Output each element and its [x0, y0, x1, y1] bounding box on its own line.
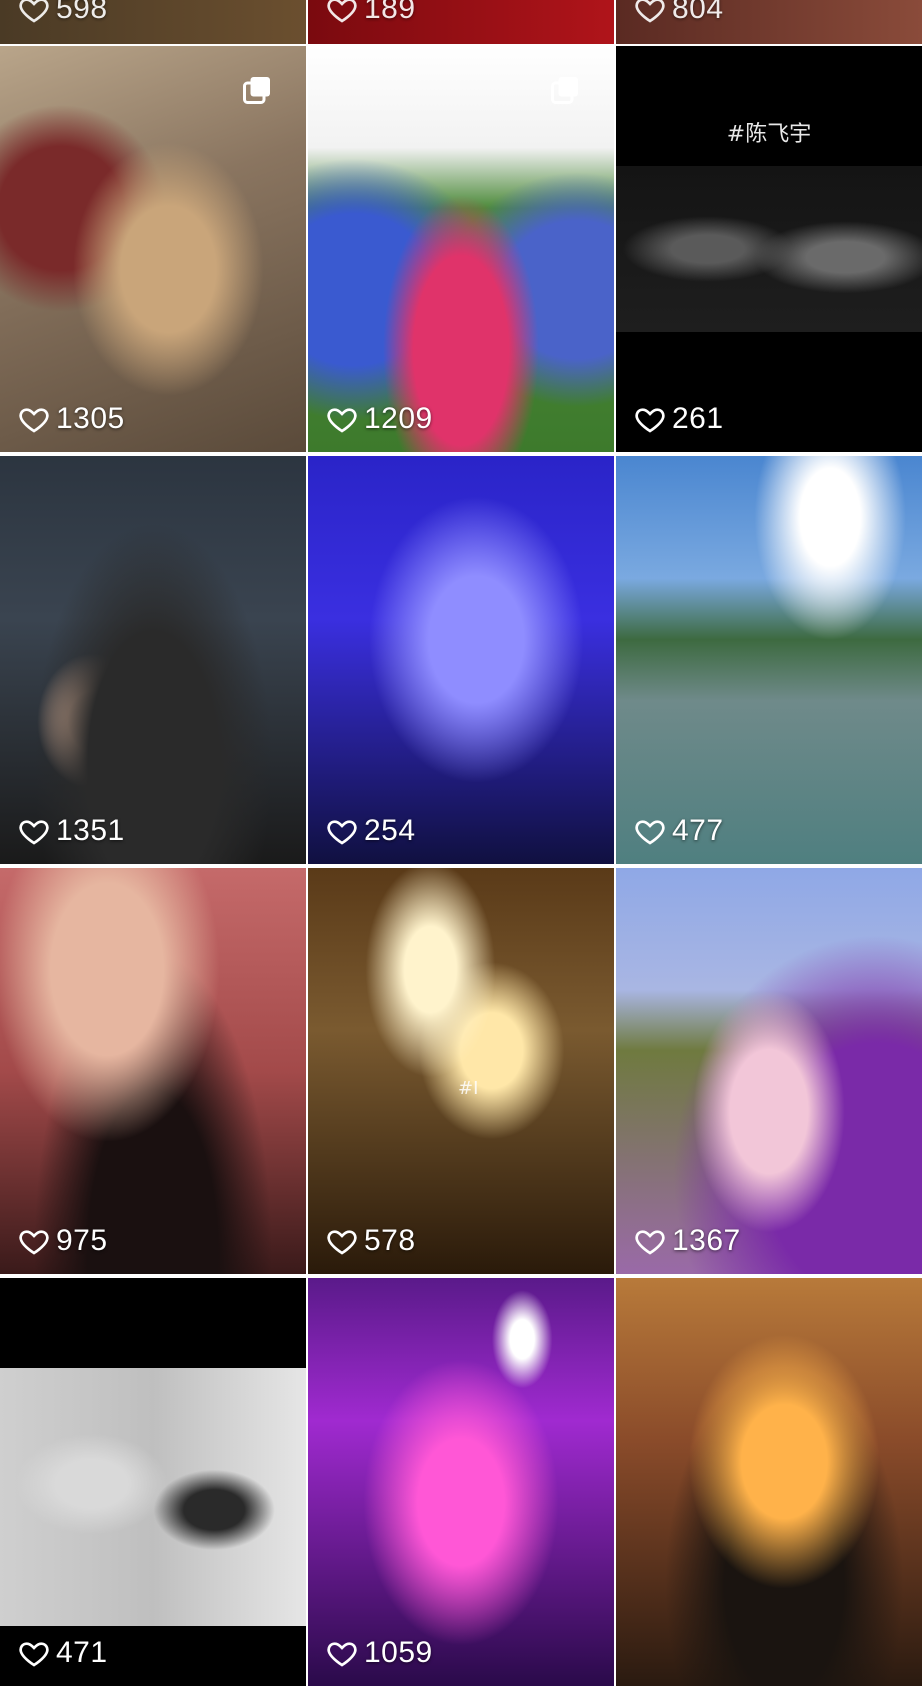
like-count: 1351 — [18, 814, 125, 848]
grid-tile-3[interactable]: #陈飞宇 261 — [616, 46, 922, 452]
like-count: 804 — [634, 0, 724, 26]
grid-tile-4[interactable]: 1351 — [0, 456, 306, 864]
like-count: 1305 — [18, 402, 125, 436]
like-count: 189 — [326, 0, 416, 26]
heart-icon — [19, 820, 49, 845]
like-count: 1367 — [634, 1224, 741, 1258]
heart-icon — [327, 408, 357, 433]
like-count: 975 — [18, 1224, 108, 1258]
like-count: 598 — [18, 0, 108, 26]
heart-icon — [635, 1230, 665, 1255]
like-count: 1209 — [326, 402, 433, 436]
multiple-images-icon — [551, 77, 578, 104]
heart-icon — [327, 820, 357, 845]
tile-image — [308, 868, 614, 1274]
grid-tile-12[interactable] — [616, 1278, 922, 1686]
heart-icon — [19, 408, 49, 433]
heart-icon — [635, 408, 665, 433]
tile-image — [616, 1278, 922, 1686]
tile-image — [0, 1368, 306, 1626]
tile-image — [616, 166, 922, 332]
like-count: 261 — [634, 402, 724, 436]
like-count: 1059 — [326, 1636, 433, 1670]
grid-tile-8[interactable]: #I 578 — [308, 868, 614, 1274]
tile-image — [616, 456, 922, 864]
heart-icon — [327, 1230, 357, 1255]
tile-image — [308, 456, 614, 864]
media-grid: 598 189 804 1305 1209 #陈飞宇 261 1351 254 … — [0, 0, 922, 1686]
heart-icon — [19, 1642, 49, 1667]
grid-tile-9[interactable]: 1367 — [616, 868, 922, 1274]
like-count: 254 — [326, 814, 416, 848]
tile-image — [308, 1278, 614, 1686]
grid-tile-7[interactable]: 975 — [0, 868, 306, 1274]
grid-tile-2[interactable]: 1209 — [308, 46, 614, 452]
heart-icon — [19, 1230, 49, 1255]
tile-image — [616, 868, 922, 1274]
grid-tile-11[interactable]: 1059 — [308, 1278, 614, 1686]
grid-tile-6[interactable]: 477 — [616, 456, 922, 864]
heart-icon — [327, 0, 357, 23]
grid-tile-10[interactable]: 471 — [0, 1278, 306, 1686]
like-count: 471 — [18, 1636, 108, 1670]
grid-tile-5[interactable]: 254 — [308, 456, 614, 864]
grid-tile-partial-2[interactable]: 189 — [308, 0, 614, 44]
grid-tile-partial-3[interactable]: 804 — [616, 0, 922, 44]
grid-tile-partial-1[interactable]: 598 — [0, 0, 306, 44]
tile-image — [0, 868, 306, 1274]
heart-icon — [19, 0, 49, 23]
video-hashtag: #陈飞宇 — [726, 122, 812, 147]
overlay-text: #I — [458, 1078, 479, 1099]
multiple-images-icon — [243, 77, 270, 104]
like-count: 477 — [634, 814, 724, 848]
tile-image — [0, 456, 306, 864]
grid-tile-1[interactable]: 1305 — [0, 46, 306, 452]
like-count: 578 — [326, 1224, 416, 1258]
heart-icon — [327, 1642, 357, 1667]
heart-icon — [635, 820, 665, 845]
heart-icon — [635, 0, 665, 23]
